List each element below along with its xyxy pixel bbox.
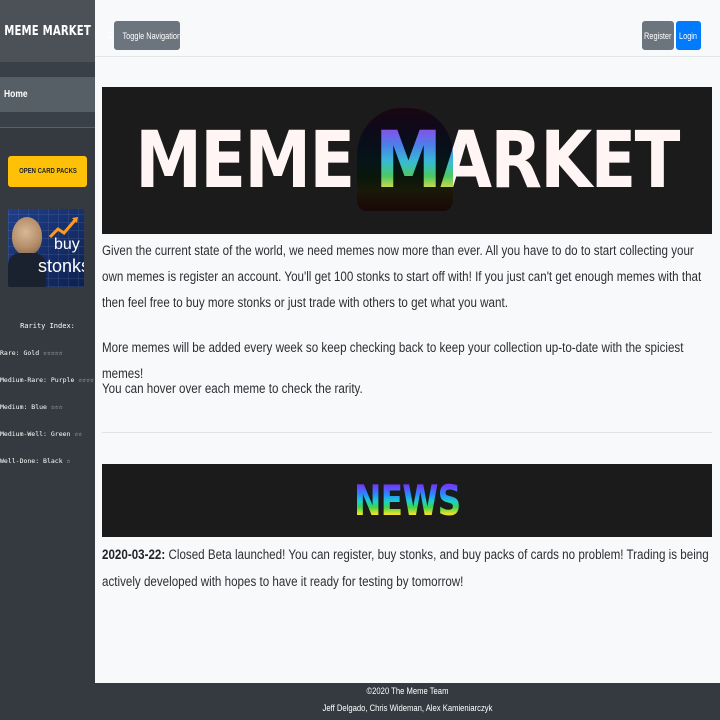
rainbow-overlay	[357, 108, 453, 211]
news-date: 2020-03-22:	[102, 547, 166, 562]
rarity-level: Medium-Well: Green ☆☆	[0, 430, 83, 438]
intro-paragraph: Given the current state of the world, we…	[102, 243, 702, 310]
rarity-index-title: Rarity Index:	[20, 322, 75, 330]
news-title: NEWS	[353, 476, 461, 525]
login-button[interactable]: Login	[676, 21, 701, 50]
stonks-caption-1: buy	[54, 236, 80, 253]
sidebar-item-label: Home	[4, 89, 28, 100]
rarity-level: Medium: Blue ☆☆☆	[0, 403, 63, 411]
stonks-meme-image: buy stonks	[8, 209, 84, 287]
brand-text: MEME MARKET	[4, 23, 91, 39]
section-divider	[102, 432, 712, 433]
sidebar-item-home[interactable]: Home	[0, 77, 95, 112]
sidebar-brand[interactable]: MEME MARKET	[0, 0, 95, 62]
rarity-level: Medium-Rare: Purple ☆☆☆☆	[0, 376, 94, 384]
hamburger-icon: ☰	[107, 31, 114, 40]
news-banner: NEWS	[102, 464, 712, 537]
rarity-level: Well-Done: Black ☆	[0, 457, 71, 465]
sidebar: MEME MARKET Home OPEN CARD PACKS buy sto…	[0, 0, 95, 683]
sidebar-divider	[0, 127, 95, 128]
footer-copyright: ©2020 The Meme Team	[366, 686, 449, 696]
rarity-level: Rare: Gold ☆☆☆☆☆	[0, 349, 63, 357]
footer-authors: Jeff Delgado, Chris Wideman, Alex Kamien…	[322, 703, 493, 713]
open-card-packs-button[interactable]: OPEN CARD PACKS	[8, 156, 87, 187]
toggle-navigation-button[interactable]: ☰ Toggle Navigation	[107, 21, 181, 50]
stonks-caption-2: stonks	[38, 256, 84, 276]
news-text: Closed Beta launched! You can register, …	[102, 547, 709, 589]
meme-man-head	[12, 217, 42, 255]
register-button[interactable]: Register	[642, 21, 674, 50]
top-navbar: ☰ Toggle Navigation Register Login	[95, 0, 720, 57]
footer: ©2020 The Meme Team Jeff Delgado, Chris …	[0, 683, 720, 720]
news-item: 2020-03-22: Closed Beta launched! You ca…	[102, 541, 712, 595]
hover-hint-paragraph: You can hover over each meme to check th…	[102, 381, 363, 396]
